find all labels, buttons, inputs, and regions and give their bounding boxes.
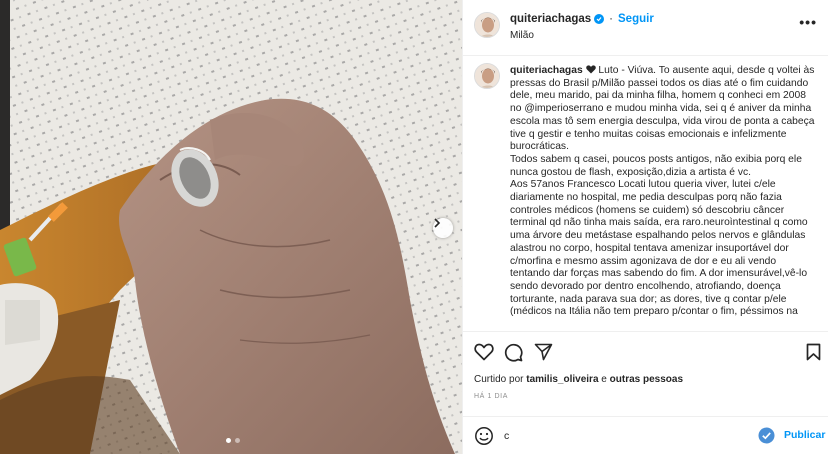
avatar-icon (475, 13, 499, 37)
carousel-dot-2 (235, 438, 240, 443)
instagram-post-modal: quiteriachagas · Seguir Milão ••• quiter… (0, 0, 828, 454)
post-author: quiteriachagas · Seguir (510, 13, 654, 25)
photo-hands-hospital-bed (0, 0, 462, 454)
caption-scroll-area[interactable]: quiteriachagas Luto - Viúva. To ausente … (463, 57, 828, 330)
comment-icon[interactable] (504, 343, 523, 362)
avatar-icon (475, 64, 499, 88)
post-header: quiteriachagas · Seguir Milão ••• (463, 0, 828, 56)
username-link[interactable]: quiteriachagas (510, 13, 591, 25)
post-timestamp[interactable]: HÁ 1 DIA (474, 393, 508, 400)
follow-button[interactable]: Seguir (618, 13, 654, 25)
liked-others-link[interactable]: outras pessoas (610, 374, 683, 385)
publish-button[interactable]: Publicar (784, 429, 825, 441)
verified-badge-icon (594, 14, 605, 24)
bookmark-icon[interactable] (806, 343, 821, 361)
separator-dot: · (609, 13, 614, 25)
caption-text: quiteriachagas Luto - Viúva. To ausente … (510, 65, 815, 319)
more-options-button[interactable]: ••• (799, 14, 817, 30)
comment-composer: Publicar (463, 416, 828, 454)
caption-username[interactable]: quiteriachagas (510, 65, 583, 76)
caption-avatar[interactable] (474, 63, 500, 89)
liked-middle: e (598, 374, 610, 385)
carousel-indicator (226, 438, 240, 443)
likes-summary: Curtido por tamilis_oliveira e outras pe… (474, 374, 683, 385)
avatar[interactable] (474, 12, 500, 38)
location-link[interactable]: Milão (510, 30, 534, 41)
share-icon[interactable] (534, 343, 553, 361)
emoji-icon[interactable] (474, 426, 494, 446)
black-heart-icon (585, 65, 596, 74)
caption-body: Luto - Viúva. To ausente aqui, desde q v… (510, 65, 815, 318)
liked-user-link[interactable]: tamilis_oliveira (526, 374, 598, 385)
check-circle-icon[interactable] (758, 427, 775, 444)
carousel-dot-1 (226, 438, 231, 443)
post-photo[interactable] (0, 0, 462, 454)
heart-icon[interactable] (474, 343, 494, 361)
carousel-next-button[interactable] (433, 218, 453, 238)
comment-input[interactable] (504, 427, 744, 445)
liked-prefix: Curtido por (474, 374, 527, 385)
chevron-right-icon (434, 218, 441, 228)
post-details-panel: quiteriachagas · Seguir Milão ••• quiter… (462, 0, 828, 454)
